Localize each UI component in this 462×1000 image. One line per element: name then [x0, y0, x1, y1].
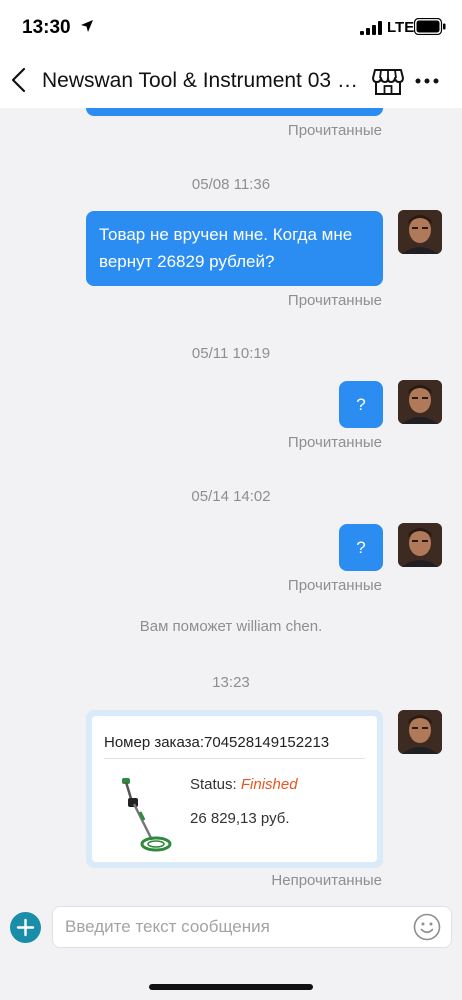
read-status: Прочитанные: [287, 434, 382, 451]
order-status-label: Status:: [190, 776, 241, 793]
system-message: Вам поможет william chen.: [139, 618, 323, 635]
plus-icon: [16, 918, 35, 937]
order-status-value: Finished: [240, 776, 298, 793]
battery-icon: [414, 18, 446, 35]
message-bubble[interactable]: ?: [339, 381, 383, 428]
chat-header: Newswan Tool & Instrument 03 S...: [0, 52, 462, 108]
composer-bar: [0, 898, 462, 958]
network-label: LTE: [387, 19, 415, 36]
message-text-line: Товар не вручен мне. Когда мне: [99, 225, 353, 244]
order-card[interactable]: Номер заказа:704528149152213 Status: Fin…: [86, 710, 383, 868]
read-status: Прочитанные: [287, 122, 382, 139]
smiley-icon[interactable]: [413, 913, 441, 941]
message-timestamp: 13:23: [212, 674, 250, 691]
message-input-wrapper: [52, 906, 452, 948]
avatar[interactable]: [398, 380, 442, 424]
chevron-left-icon[interactable]: [8, 66, 32, 94]
avatar-photo: [398, 710, 442, 754]
message-timestamp: 05/11 10:19: [191, 345, 271, 362]
avatar[interactable]: [398, 210, 442, 254]
message-bubble[interactable]: Товар не вручен мне. Когда мне вернут 26…: [86, 211, 383, 286]
unread-status: Непрочитанные: [271, 872, 382, 889]
metal-detector-image: [122, 778, 172, 852]
message-input[interactable]: [65, 907, 405, 947]
avatar-photo: [398, 380, 442, 424]
read-status: Прочитанные: [287, 577, 382, 594]
message-timestamp: 05/08 11:36: [191, 176, 271, 193]
ellipsis-icon[interactable]: [414, 76, 440, 86]
order-divider: [104, 758, 365, 759]
order-price: 26 829,13 руб.: [190, 810, 290, 827]
message-bubble[interactable]: ?: [339, 524, 383, 571]
home-indicator[interactable]: [149, 984, 313, 990]
message-text-line: вернут 26829 рублей?: [99, 252, 275, 271]
status-bar: 13:30 LTE: [0, 0, 462, 52]
message-text: ?: [356, 538, 366, 557]
signal-icon: [360, 21, 382, 35]
order-status: Status: Finished: [190, 776, 298, 793]
message-timestamp: 05/14 14:02: [191, 488, 271, 505]
add-attachment-button[interactable]: [10, 912, 41, 943]
message-bubble-partial[interactable]: [86, 108, 383, 116]
order-card-body: Номер заказа:704528149152213 Status: Fin…: [92, 716, 377, 862]
message-text: ?: [356, 395, 366, 414]
location-arrow-icon: [81, 20, 93, 32]
avatar[interactable]: [398, 523, 442, 567]
store-icon[interactable]: [372, 66, 404, 96]
order-number: Номер заказа:704528149152213: [104, 734, 330, 751]
avatar[interactable]: [398, 710, 442, 754]
read-status: Прочитанные: [287, 292, 382, 309]
avatar-photo: [398, 210, 442, 254]
status-time: 13:30: [22, 17, 71, 38]
avatar-photo: [398, 523, 442, 567]
chat-title: Newswan Tool & Instrument 03 S...: [42, 69, 364, 92]
message-list[interactable]: Прочитанные 05/08 11:36 Товар не вручен …: [0, 108, 462, 898]
